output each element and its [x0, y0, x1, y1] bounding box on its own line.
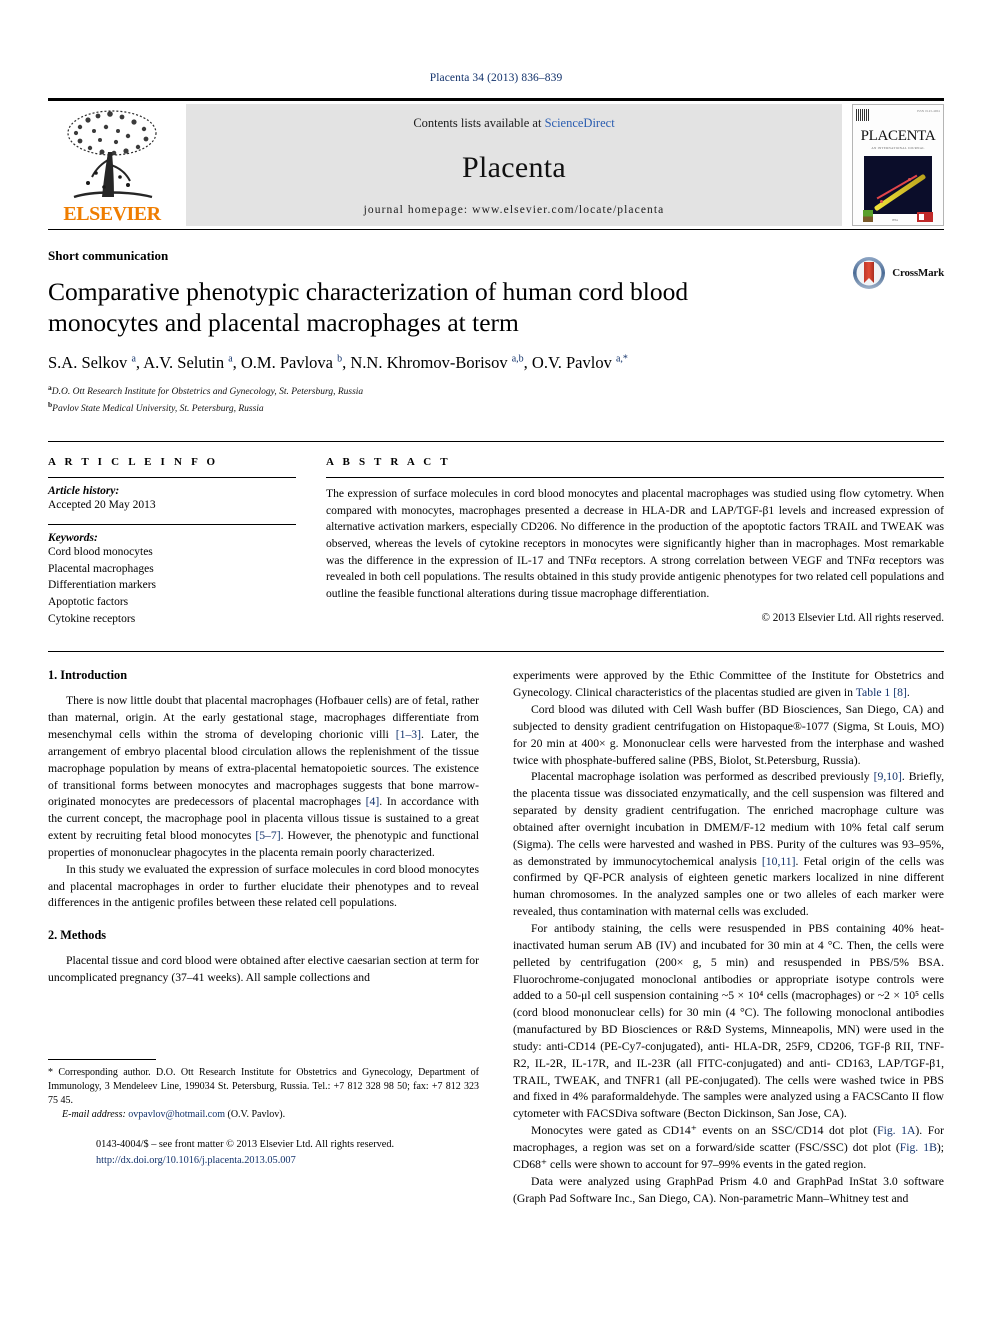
- cover-footer-logos: IFPA: [853, 210, 943, 222]
- running-head: Placenta 34 (2013) 836–839: [429, 72, 563, 84]
- title-block: Short communication Comparative phenotyp…: [48, 248, 944, 417]
- masthead-bottom-rule: [48, 229, 944, 230]
- journal-cover-thumbnail: ISSN 0143-4004 PLACENTA AN INTERNATIONAL…: [852, 104, 944, 226]
- abstract-copyright: © 2013 Elsevier Ltd. All rights reserved…: [761, 612, 945, 625]
- methods-paragraph-6: Data were analyzed using GraphPad Prism …: [513, 1174, 944, 1205]
- affiliation-text: D.O. Ott Research Institute for Obstetri…: [51, 387, 364, 398]
- paper-page: Placenta 34 (2013) 836–839 ELSEVIER Cont…: [0, 0, 992, 1323]
- cover-artwork-dot: [880, 200, 883, 203]
- cover-artwork: [864, 156, 932, 214]
- corresponding-author-footnote: * Corresponding author. D.O. Ott Researc…: [48, 1058, 479, 1123]
- keywords-group: Keywords: Cord blood monocytes Placental…: [48, 525, 296, 637]
- citation-ref[interactable]: [4]: [366, 795, 380, 808]
- abstract-text: The expression of surface molecules in c…: [326, 487, 944, 600]
- intro-paragraph-1: There is now little doubt that placental…: [48, 693, 479, 861]
- journal-masthead: ELSEVIER Contents lists available at Sci…: [48, 98, 944, 230]
- citation-ref[interactable]: [9,10]: [874, 770, 902, 783]
- cover-logo-green-icon: [862, 210, 873, 222]
- figure-link-1a[interactable]: Fig. 1A: [877, 1124, 915, 1137]
- citation-ref[interactable]: [1–3]: [396, 728, 421, 741]
- table-link[interactable]: Table 1: [856, 686, 891, 699]
- elsevier-wordmark: ELSEVIER: [63, 203, 161, 225]
- info-abstract-region: A R T I C L E I N F O Article history: A…: [48, 441, 944, 637]
- body-columns: 1. Introduction There is now little doub…: [48, 668, 944, 1208]
- list-item: Differentiation markers: [48, 579, 157, 592]
- masthead-top-rule: [48, 98, 944, 101]
- section-heading-introduction: 1. Introduction: [48, 668, 128, 683]
- page-title: Comparative phenotypic characterization …: [48, 277, 689, 338]
- list-item: Cord blood monocytes: [48, 546, 153, 558]
- citation-ref[interactable]: [10,11]: [762, 855, 796, 868]
- methods-text-c: .: [906, 686, 910, 700]
- author-list: S.A. Selkov a, A.V. Selutin a, O.M. Pavl…: [48, 353, 628, 373]
- methods3-text-b: . Briefly, the placenta tissue was disso…: [513, 770, 944, 868]
- cover-footer-text: IFPA: [891, 218, 899, 222]
- article-history-value: Accepted 20 May 2013: [48, 499, 156, 512]
- cover-journal-title: PLACENTA: [860, 128, 936, 144]
- affiliation-a: aD.O. Ott Research Institute for Obstetr…: [48, 383, 944, 400]
- methods-paragraph-4: For antibody staining, the cells were re…: [513, 922, 944, 1121]
- figure-link-1b[interactable]: Fig. 1B: [900, 1141, 937, 1154]
- page-footer: 0143-4004/$ – see front matter © 2013 El…: [96, 1137, 526, 1168]
- elsevier-logo: ELSEVIER: [48, 104, 176, 226]
- email-label: E-mail address:: [62, 1109, 126, 1121]
- email-suffix: (O.V. Pavlov).: [225, 1109, 286, 1121]
- footnote-body: Corresponding author. D.O. Ott Research …: [48, 1066, 479, 1106]
- affiliation-text: Pavlov State Medical University, St. Pet…: [52, 404, 264, 415]
- section-heading-methods: 2. Methods: [48, 928, 107, 943]
- list-item: Cytokine receptors: [48, 612, 136, 625]
- cover-journal-subtitle: AN INTERNATIONAL JOURNAL: [871, 146, 925, 150]
- article-history-label: Article history:: [48, 485, 120, 498]
- crossmark-badge[interactable]: CrossMark: [852, 256, 944, 290]
- barcode-icon: [856, 109, 870, 121]
- list-item: Placental macrophages: [48, 562, 154, 575]
- methods3-text-a: Placental macrophage isolation was perfo…: [531, 770, 874, 784]
- methods-paragraph-5: Monocytes were gated as CD14⁺ events on …: [513, 1123, 944, 1174]
- citation-ref[interactable]: [8]: [893, 686, 907, 699]
- journal-title: Placenta: [461, 150, 567, 184]
- affiliation-b: bPavlov State Medical University, St. Pe…: [48, 400, 944, 417]
- masthead-center-panel: Contents lists available at ScienceDirec…: [186, 104, 842, 226]
- keywords-list: Cord blood monocytes Placental macrophag…: [48, 544, 296, 627]
- article-info-heading: A R T I C L E I N F O: [48, 456, 219, 469]
- keywords-label: Keywords:: [48, 532, 98, 544]
- methods-paragraph-1-continued: experiments were approved by the Ethic C…: [513, 668, 944, 702]
- cover-artwork-streak: [873, 173, 927, 212]
- intro-paragraph-2: In this study we evaluated the expressio…: [48, 862, 479, 910]
- right-column: experiments were approved by the Ethic C…: [513, 668, 944, 1208]
- article-info-column: A R T I C L E I N F O Article history: A…: [48, 456, 296, 637]
- article-type-label: Short communication: [48, 248, 169, 263]
- cover-topbar: ISSN 0143-4004: [856, 109, 940, 123]
- cover-issn-text: ISSN 0143-4004: [916, 109, 940, 113]
- issn-copyright-line: 0143-4004/$ – see front matter © 2013 El…: [96, 1139, 395, 1151]
- journal-homepage-link[interactable]: journal homepage: www.elsevier.com/locat…: [364, 204, 665, 216]
- email-link[interactable]: ovpavlov@hotmail.com: [128, 1109, 225, 1120]
- article-history-group: Article history: Accepted 20 May 2013: [48, 478, 296, 524]
- footnote-rule: [48, 1058, 156, 1060]
- elsevier-tree-icon: [67, 110, 157, 199]
- left-column: 1. Introduction There is now little doub…: [48, 668, 479, 1208]
- crossmark-icon: [853, 257, 886, 289]
- abstract-column: A B S T R A C T The expression of surfac…: [326, 456, 944, 637]
- list-item: Apoptotic factors: [48, 596, 129, 609]
- abstract-heading: A B S T R A C T: [326, 456, 451, 469]
- footnote-email-line: E-mail address: ovpavlov@hotmail.com (O.…: [48, 1108, 479, 1122]
- abstract-bottom-rule: [48, 651, 944, 653]
- cover-artwork-dot: [908, 178, 911, 181]
- doi-link[interactable]: http://dx.doi.org/10.1016/j.placenta.201…: [96, 1153, 526, 1168]
- cover-logo-red-icon: [917, 212, 934, 222]
- contents-available-line: Contents lists available at ScienceDirec…: [413, 116, 614, 131]
- sciencedirect-link[interactable]: ScienceDirect: [545, 116, 615, 130]
- methods-paragraph-1: Placental tissue and cord blood were obt…: [48, 954, 479, 985]
- methods5-text-a: Monocytes were gated as CD14⁺ events on …: [531, 1124, 878, 1138]
- methods-paragraph-2: Cord blood was diluted with Cell Wash bu…: [513, 703, 944, 767]
- methods-paragraph-3: Placental macrophage isolation was perfo…: [513, 769, 944, 921]
- footnote-text: * Corresponding author. D.O. Ott Researc…: [48, 1066, 479, 1123]
- contents-prefix: Contents lists available at: [413, 116, 545, 130]
- crossmark-label: CrossMark: [892, 267, 944, 279]
- citation-ref[interactable]: [5–7]: [255, 829, 280, 842]
